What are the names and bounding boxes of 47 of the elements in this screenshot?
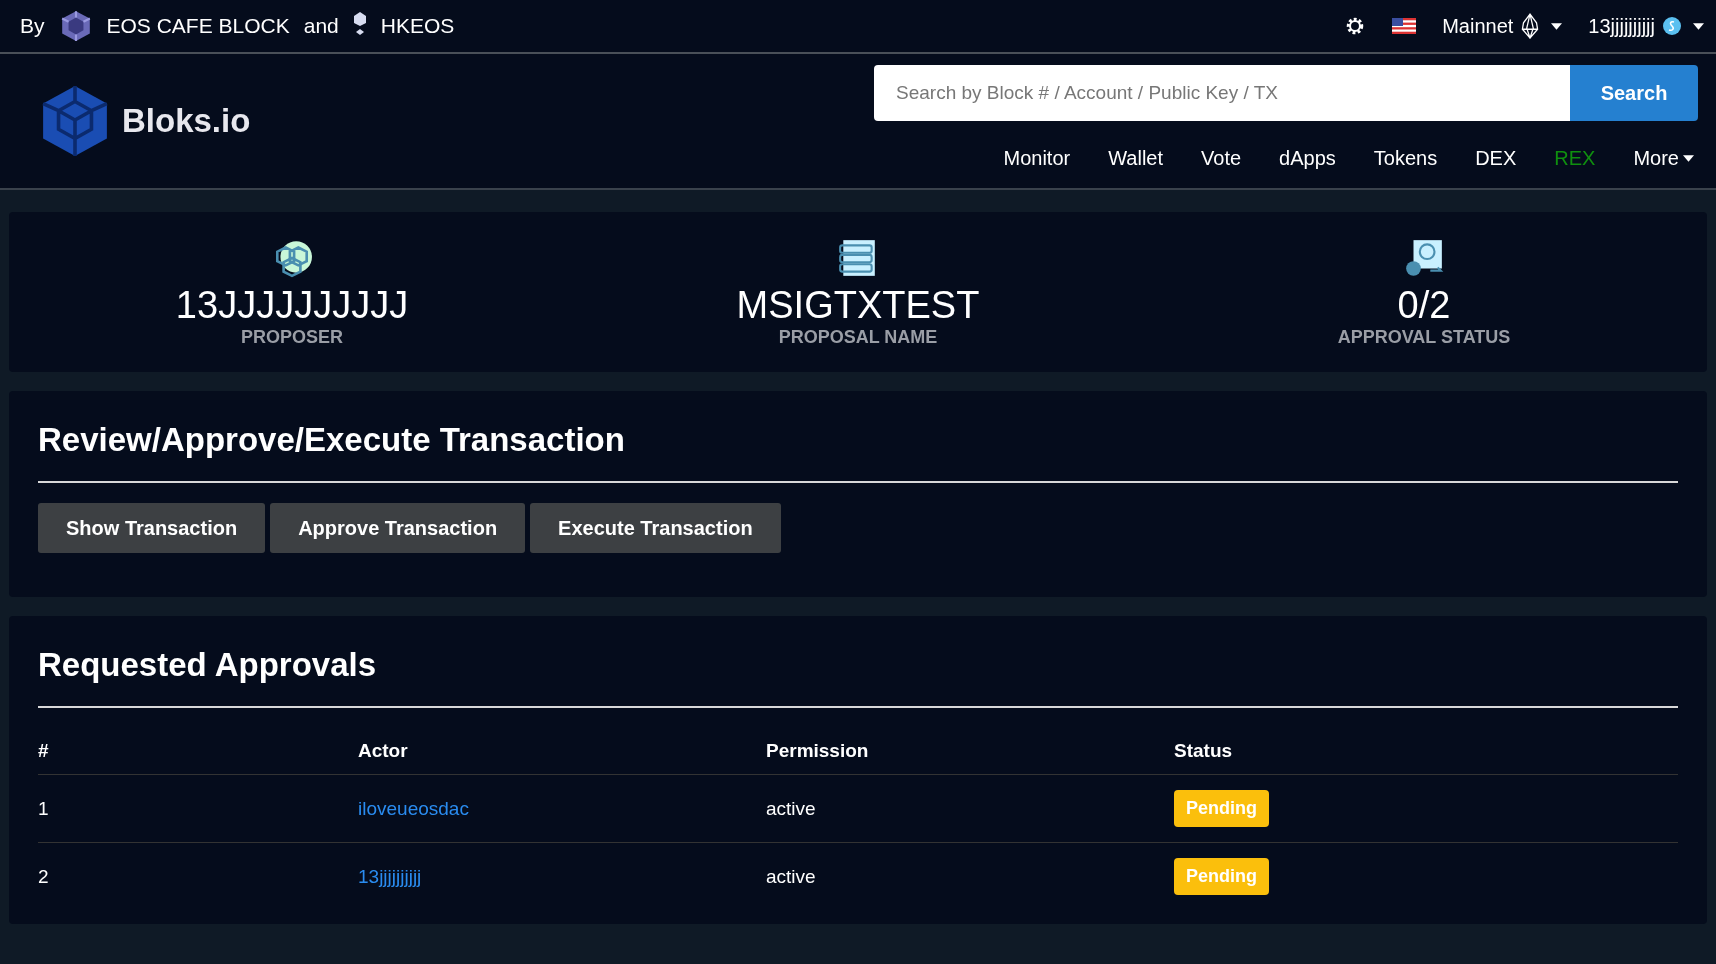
cube-logo-icon (42, 85, 108, 157)
site-logo-text[interactable]: Bloks.io (122, 102, 251, 140)
nav-link[interactable]: Wallet (1108, 147, 1164, 170)
stat-label: PROPOSAL NAME (778, 326, 938, 348)
sponsor-link[interactable]: HKEOS (380, 14, 455, 38)
table-cell: active (766, 774, 1174, 843)
stat-label: PROPOSER (241, 326, 343, 348)
nav-link[interactable]: dApps (1279, 147, 1336, 170)
actor-link[interactable]: 13jjjjjjjjjj (358, 865, 422, 887)
column-header: Permission (766, 728, 1174, 775)
table-cell: active (766, 842, 1174, 910)
column-header: Status (1174, 728, 1678, 775)
column-header: # (38, 728, 358, 775)
action-button[interactable]: Approve Transaction (270, 503, 526, 553)
stat-value: MSIGTXTEST (736, 282, 980, 327)
column-header: Actor (358, 728, 766, 775)
nav-link[interactable]: Monitor (1003, 147, 1071, 170)
stat-label: APPROVAL STATUS (1337, 326, 1511, 348)
by-label: By (20, 14, 45, 38)
stat-value: 13JJJJJJJJJJ (175, 282, 409, 327)
caret-icon (1683, 155, 1694, 162)
section-title: Requested Approvals (38, 645, 378, 685)
coin-icon (1663, 17, 1681, 35)
network-dropdown[interactable]: Mainnet (1442, 13, 1563, 39)
caret-icon (1551, 22, 1563, 30)
actor-link[interactable]: iloveueosdac (358, 797, 469, 819)
nav-link[interactable]: Tokens (1373, 147, 1438, 170)
sponsor-link[interactable]: EOS CAFE BLOCK (106, 14, 290, 38)
search-field[interactable]: Search by Block # / Account / Public Key / TX (874, 65, 1570, 121)
nav-link[interactable]: REX (1554, 147, 1596, 170)
stat-value: 0/2 (1397, 282, 1451, 327)
table-cell: 2 (38, 842, 358, 910)
section-title: Review/Approve/Execute Transaction (38, 420, 626, 460)
action-button[interactable]: Show Transaction (38, 503, 266, 553)
status-badge: Pending (1174, 858, 1269, 895)
action-button[interactable]: Execute Transaction (530, 503, 781, 553)
crystal-logo-icon (1521, 13, 1540, 39)
nav-link[interactable]: Vote (1201, 147, 1242, 170)
nav-link[interactable]: DEX (1475, 147, 1517, 170)
table-cell: 1 (38, 774, 358, 843)
account-dropdown[interactable]: 13jjjjjjjjjj (1588, 14, 1704, 38)
nav-link[interactable]: More (1633, 147, 1694, 170)
caret-icon (1693, 22, 1704, 30)
status-badge: Pending (1174, 790, 1269, 827)
search-button[interactable]: Search (1570, 65, 1698, 121)
and-label: and (303, 14, 339, 38)
flag-icon[interactable] (1392, 18, 1417, 34)
